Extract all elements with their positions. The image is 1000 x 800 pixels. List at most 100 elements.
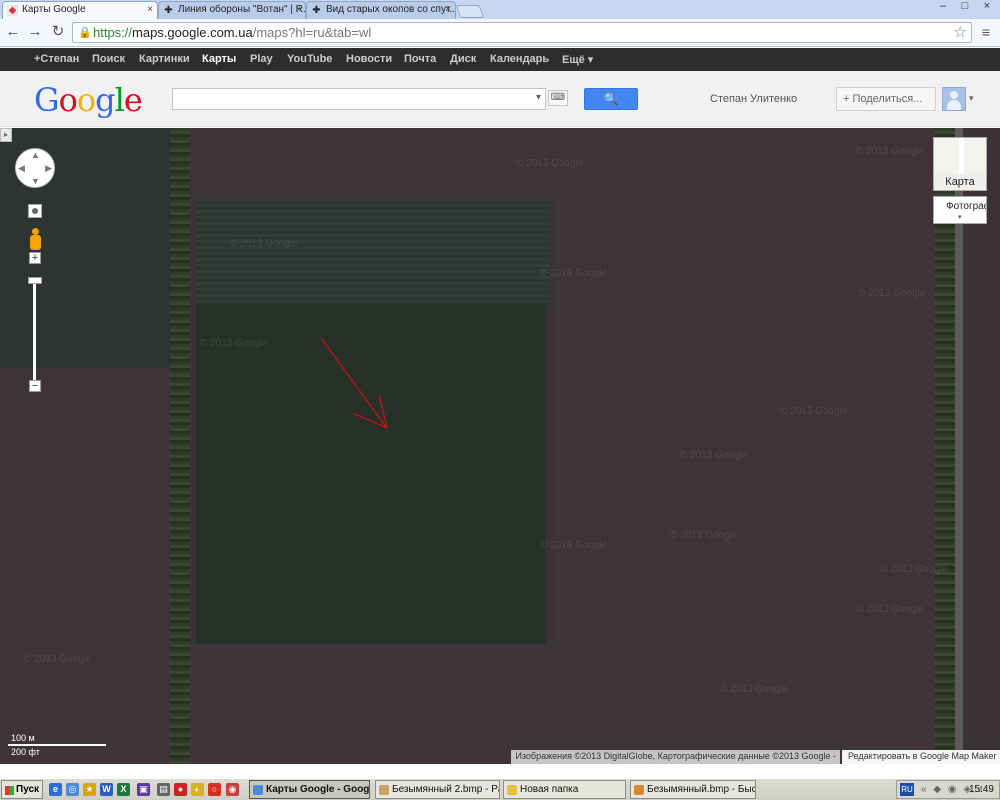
logo-letter: e — [123, 81, 143, 119]
pan-left-icon[interactable]: ◀ — [18, 163, 25, 174]
quick-launch-icon[interactable]: ▣ — [137, 783, 150, 796]
gbar-item-maps[interactable]: Карты — [202, 53, 236, 65]
zoom-slider-rail[interactable] — [33, 280, 36, 380]
task-paint-2[interactable]: Безымянный 2.bmp - Paint — [375, 780, 500, 799]
keyboard-icon[interactable]: ⌨ — [548, 90, 568, 106]
tab-old-trenches[interactable]: ✚ Вид старых окопов со спут... × — [306, 1, 456, 19]
tab-label: Вид старых окопов со спут... — [326, 4, 456, 15]
clock[interactable]: 15:49 — [969, 784, 994, 795]
google-logo[interactable]: Google — [34, 81, 143, 119]
pan-control[interactable]: ▲ ▼ ◀ ▶ — [15, 148, 55, 188]
quick-launch-icon[interactable]: ★ — [83, 783, 96, 796]
pan-up-icon[interactable]: ▲ — [31, 150, 40, 160]
edit-in-map-maker-link[interactable]: Редактировать в Google Map Maker — [842, 750, 1000, 764]
map-watermark: © 2013 Google — [720, 684, 788, 695]
quick-launch-icon[interactable]: ◎ — [66, 783, 79, 796]
map-watermark: © 2013 Google — [540, 268, 608, 279]
close-icon[interactable]: × — [980, 0, 994, 12]
gbar-item-calendar[interactable]: Календарь — [490, 53, 549, 65]
tab-google-maps[interactable]: ◆ Карты Google × — [2, 1, 158, 19]
map-type-button[interactable]: Карта — [933, 137, 987, 191]
task-label: Новая папка — [520, 784, 579, 795]
side-panel-toggle-icon[interactable]: ▸ — [0, 128, 12, 142]
pan-down-icon[interactable]: ▼ — [31, 176, 40, 186]
task-new-folder[interactable]: Новая папка — [503, 780, 626, 799]
my-location-icon[interactable] — [28, 204, 42, 218]
zoom-slider-thumb[interactable] — [28, 277, 42, 284]
minimize-icon[interactable]: – — [936, 0, 950, 12]
search-button[interactable]: 🔍 — [584, 88, 638, 110]
map-watermark: © 2013 Google — [856, 146, 924, 157]
quick-launch-icon[interactable]: X — [117, 783, 130, 796]
quick-launch-icon[interactable]: W — [100, 783, 113, 796]
address-bar[interactable]: 🔒 https://maps.google.com.ua/maps?hl=ru&… — [72, 22, 972, 43]
tab-close-icon[interactable]: × — [147, 4, 153, 15]
share-button[interactable]: + Поделиться... — [836, 87, 936, 111]
maximize-icon[interactable]: □ — [958, 0, 972, 12]
task-paint-viewer[interactable]: Безымянный.bmp - Быс... — [630, 780, 756, 799]
quick-launch-icon[interactable]: ▤ — [157, 783, 170, 796]
browser-toolbar: ← → ↻ 🔒 https://maps.google.com.ua/maps?… — [0, 19, 1000, 47]
satellite-type-label: Фотограф — [946, 201, 986, 212]
url-scheme: https:// — [93, 25, 133, 40]
window-controls: – □ × — [936, 0, 994, 12]
tab-close-icon[interactable]: × — [445, 4, 451, 15]
zoom-in-button[interactable]: + — [29, 252, 41, 264]
gbar-item-news[interactable]: Новости — [346, 53, 392, 65]
map-watermark: © 2013 Google — [780, 406, 848, 417]
avatar[interactable] — [942, 87, 966, 111]
satellite-type-caret-icon[interactable]: ▾ — [958, 213, 962, 221]
field-striped — [196, 198, 550, 306]
satellite-map[interactable]: © 2013 Google © 2013 Google © 2013 Googl… — [0, 128, 1000, 764]
tree-belt-west — [170, 128, 190, 764]
gbar-item-mail[interactable]: Почта — [404, 53, 436, 65]
tab-wotan-line[interactable]: ✚ Линия обороны "Вотан" | R... × — [158, 1, 306, 19]
map-watermark: © 2013 Google — [24, 654, 92, 665]
search-dropdown-caret-icon[interactable]: ▾ — [536, 92, 541, 103]
map-watermark: © 2013 Google — [516, 158, 584, 169]
chrome-icon — [253, 785, 263, 795]
task-google-maps[interactable]: Карты Google - Googl... — [249, 780, 370, 799]
account-caret-icon[interactable]: ▾ — [969, 93, 974, 104]
bookmark-star-icon[interactable]: ☆ — [954, 23, 967, 41]
task-label: Безымянный 2.bmp - Paint — [392, 784, 499, 795]
back-arrow-icon[interactable]: ← — [4, 23, 22, 41]
map-watermark: © 2013 Google — [200, 338, 268, 349]
wrench-menu-icon[interactable]: ≡ — [978, 24, 994, 40]
quick-launch-icon[interactable]: e — [49, 783, 62, 796]
cross-favicon-icon: ✚ — [164, 5, 173, 16]
reload-icon[interactable]: ↻ — [49, 23, 67, 41]
gbar-item-more[interactable]: Ещё ▾ — [562, 53, 593, 66]
red-arrow-annotation — [320, 337, 388, 429]
paint-icon — [379, 785, 389, 795]
satellite-type-button[interactable]: Фотограф ▾ — [933, 196, 987, 224]
user-name[interactable]: Степан Улитенко — [710, 93, 797, 105]
gbar-item-play[interactable]: Play — [250, 53, 273, 65]
lock-icon: 🔒 — [78, 27, 92, 39]
search-input[interactable]: ▾ — [172, 88, 546, 110]
forward-arrow-icon[interactable]: → — [26, 23, 44, 41]
quick-launch-icon[interactable]: ◐ — [191, 783, 204, 796]
start-button[interactable]: Пуск — [1, 780, 43, 799]
tab-label: Линия обороны "Вотан" | R... — [178, 4, 306, 15]
gbar-item-images[interactable]: Картинки — [139, 53, 190, 65]
language-indicator[interactable]: RU — [900, 783, 914, 796]
tab-close-icon[interactable]: × — [295, 4, 301, 15]
gbar-item-youtube[interactable]: YouTube — [287, 53, 332, 65]
zoom-out-button[interactable]: − — [29, 380, 41, 392]
logo-letter: l — [114, 81, 125, 119]
quick-launch-icon[interactable]: ● — [174, 783, 187, 796]
gbar-item-search[interactable]: Поиск — [92, 53, 125, 65]
quick-launch-icon[interactable]: ○ — [208, 783, 221, 796]
map-watermark: © 2013 Google — [230, 238, 298, 249]
gbar-item-drive[interactable]: Диск — [450, 53, 476, 65]
pan-right-icon[interactable]: ▶ — [45, 163, 52, 174]
scale-imperial-label: 200 фт — [11, 747, 40, 757]
quick-launch-icon[interactable]: ◉ — [226, 783, 239, 796]
pegman-street-view-icon[interactable] — [29, 228, 41, 252]
map-attribution: Изображения ©2013 DigitalGlobe, Картогра… — [511, 750, 840, 764]
new-tab-button[interactable] — [455, 5, 485, 18]
gbar-item-plus-stepan[interactable]: +Степан — [34, 53, 79, 65]
field-northwest-lower — [0, 368, 170, 764]
map-type-label: Карта — [945, 176, 975, 188]
